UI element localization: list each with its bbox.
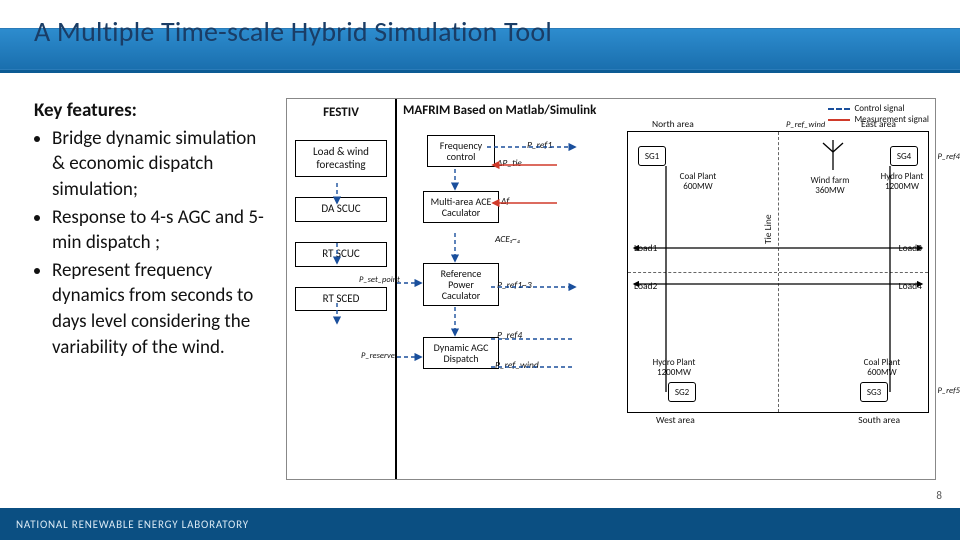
tie-line-label: Tie Line [762, 214, 774, 244]
feature-item: Response to 4-s AGC and 5-min dispatch ; [52, 205, 272, 256]
label-ace14: ACE₁~₄ [495, 233, 520, 245]
festiv-box-rtscuc: RT SCUC [295, 242, 387, 267]
slide-title: A Multiple Time-scale Hybrid Simulation … [34, 14, 552, 49]
agc-box: Dynamic AGC Dispatch [423, 337, 499, 369]
label-pref4: P_ref4 [497, 329, 522, 341]
system-diagram: FESTIV Load & wind forecasting DA SCUC R… [286, 98, 936, 480]
festiv-header: FESTIV [323, 105, 359, 120]
plant-coal-s: Coal Plant 600MW [858, 358, 906, 378]
festiv-box-forecast: Load & wind forecasting [295, 140, 387, 177]
festiv-box-rtsced: RT SCED [295, 287, 387, 312]
features-heading: Key features: [34, 98, 272, 124]
sg1: SG1 [638, 146, 666, 166]
feature-item: Bridge dynamic simulation & economic dis… [52, 126, 272, 203]
footer-bar: NATIONAL RENEWABLE ENERGY LABORATORY [0, 508, 960, 540]
area-south: South area [858, 414, 900, 426]
wind-turbine-icon [816, 138, 850, 172]
label-pref5: P_ref5 [938, 386, 960, 396]
load2: Load2 [634, 280, 657, 292]
area-east: East area [861, 118, 896, 130]
label-dptie: ΔP_tie [497, 157, 522, 169]
legend-dash-icon [828, 108, 850, 110]
plant-hydro-w: Hydro Plant 1200MW [648, 358, 700, 378]
festiv-column: FESTIV Load & wind forecasting DA SCUC R… [287, 99, 397, 479]
plant-coal-n: Coal Plant 600MW [674, 172, 722, 192]
label-prefwind-top: P_ref_wind [786, 120, 825, 130]
feature-item: Represent frequency dynamics from second… [52, 258, 272, 361]
area-north: North area [652, 118, 694, 130]
refpower-box: Reference Power Caculator [423, 263, 499, 306]
load4: Load4 [899, 280, 922, 292]
label-preserve: P_reserve [361, 351, 395, 361]
freq-control-box: Frequency control [427, 135, 495, 167]
grid-areas: North area East area West area South are… [627, 131, 929, 413]
sg4: SG4 [890, 146, 918, 166]
label-pref4r: P_ref4 [938, 152, 960, 162]
slide-body: Key features: Bridge dynamic simulation … [34, 98, 936, 480]
legend-solid-icon [828, 119, 850, 121]
key-features: Key features: Bridge dynamic simulation … [34, 98, 272, 480]
page-number: 8 [936, 489, 942, 502]
label-pref13: P_ref1~3 [497, 279, 532, 291]
plant-hydro-e: Hydro Plant 1200MW [880, 172, 924, 192]
load1: Load1 [634, 242, 657, 254]
footer-text: NATIONAL RENEWABLE ENERGY LABORATORY [16, 518, 249, 531]
label-prefwind: P_ref_wind [495, 359, 539, 371]
festiv-box-dascuc: DA SCUC [295, 197, 387, 222]
label-pset: P_set_point [359, 275, 400, 285]
ace-box: Multi-area ACE Caculator [423, 191, 499, 223]
area-west: West area [656, 414, 695, 426]
label-df: Δf [501, 195, 509, 207]
area-hline [628, 272, 928, 273]
sg2: SG2 [668, 382, 696, 402]
mafrim-area: MAFRIM Based on Matlab/Simulink Control … [397, 99, 935, 479]
mafrim-header: MAFRIM Based on Matlab/Simulink [403, 103, 596, 118]
plant-wind: Wind farm 360MW [804, 176, 856, 196]
sg3: SG3 [860, 382, 888, 402]
legend-control: Control signal [854, 103, 904, 114]
load3: Load3 [899, 242, 922, 254]
label-pref1: P_ref1 [527, 139, 552, 151]
